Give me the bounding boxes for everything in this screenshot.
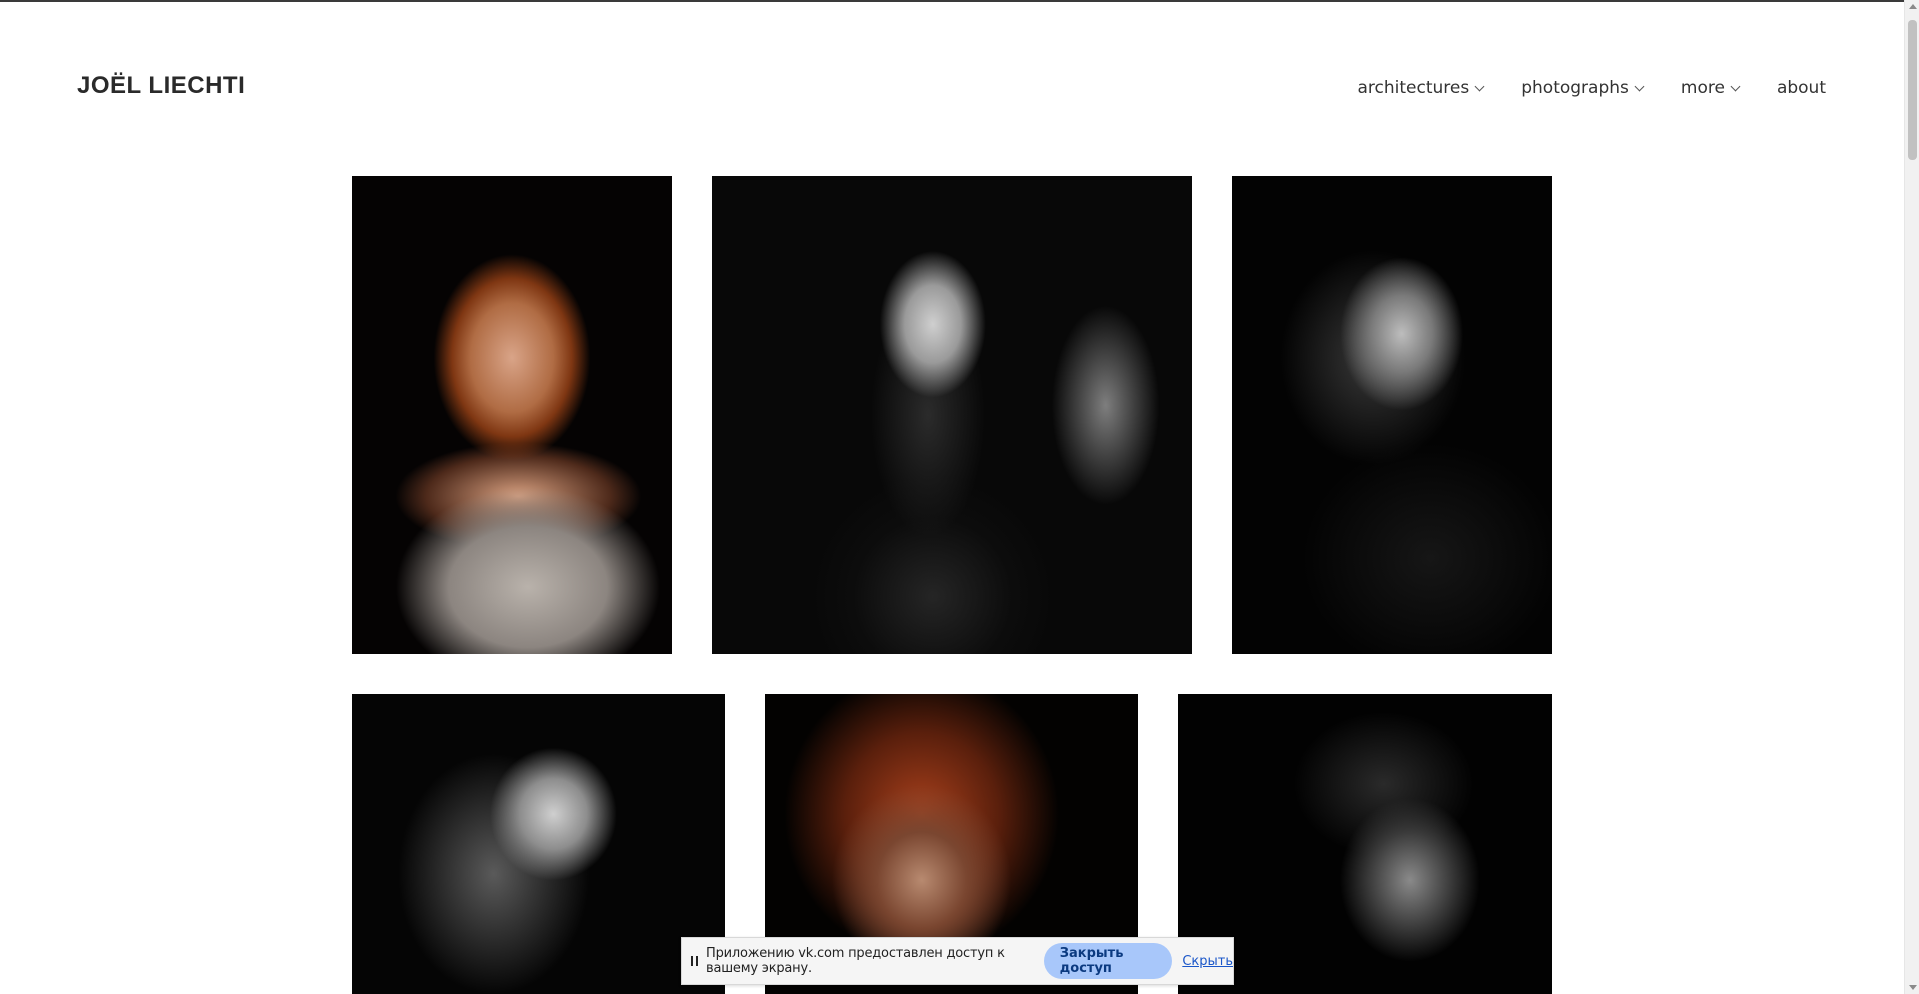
window-top-border [0,0,1919,2]
chevron-down-icon [1730,81,1741,91]
chevron-down-icon [1474,81,1485,91]
nav-item-about[interactable]: about [1777,78,1826,98]
gallery-photo-1[interactable] [352,176,672,654]
gallery-photo-4[interactable] [352,694,725,994]
gallery-photo-3[interactable] [1232,176,1552,654]
main-nav: architectures photographs more about [1320,77,1827,99]
nav-item-more[interactable]: more [1680,78,1741,98]
hide-bar-link[interactable]: Скрыть [1182,954,1233,969]
gallery-photo-6[interactable] [1178,694,1552,994]
nav-item-label: architectures [1357,78,1470,98]
gallery-photo-2[interactable] [712,176,1192,654]
chevron-down-icon [1634,81,1645,91]
nav-item-label: photographs [1521,78,1629,98]
screen-share-message: Приложению vk.com предоставлен доступ к … [706,946,1005,976]
scrollbar-thumb[interactable] [1908,20,1917,160]
scroll-up-arrow-icon[interactable] [1909,4,1917,9]
scroll-down-arrow-icon[interactable] [1909,985,1917,990]
nav-item-architectures[interactable]: architectures [1357,78,1485,98]
page-scrollbar[interactable] [1904,0,1919,994]
nav-item-label: about [1776,78,1826,98]
nav-item-photographs[interactable]: photographs [1521,78,1645,98]
pause-icon [691,956,698,966]
stop-sharing-button[interactable]: Закрыть доступ [1043,943,1173,979]
site-title[interactable]: JOËL LIECHTI [77,72,245,100]
screen-share-bar: Приложению vk.com предоставлен доступ к … [681,937,1234,985]
nav-item-label: more [1680,78,1725,98]
